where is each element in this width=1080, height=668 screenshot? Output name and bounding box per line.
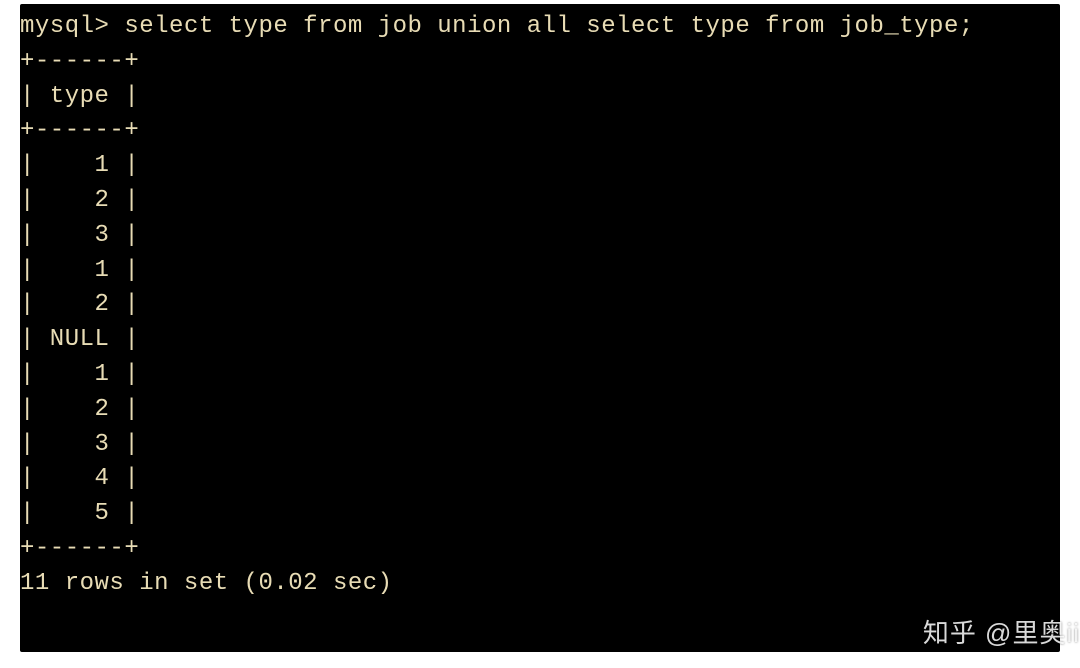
table-border-mid: +------+ [20,117,139,144]
table-row: | 1 | [20,152,139,179]
table-row: | 1 | [20,361,139,388]
table-header: | type | [20,83,139,110]
table-row: | NULL | [20,326,139,353]
table-row: | 2 | [20,187,139,214]
table-row: | 3 | [20,431,139,458]
table-border-bot: +------+ [20,535,139,562]
table-row: | 2 | [20,291,139,318]
table-row: | 1 | [20,257,139,284]
terminal-output: mysql> select type from job union all se… [20,4,1060,652]
table-row: | 2 | [20,396,139,423]
watermark: 知乎 @里奥ii [923,613,1080,650]
sql-query: select type from job union all select ty… [124,13,973,40]
result-summary: 11 rows in set (0.02 sec) [20,570,393,597]
table-row: | 5 | [20,500,139,527]
table-row: | 4 | [20,465,139,492]
table-border-top: +------+ [20,48,139,75]
mysql-prompt: mysql> [20,13,124,40]
table-row: | 3 | [20,222,139,249]
